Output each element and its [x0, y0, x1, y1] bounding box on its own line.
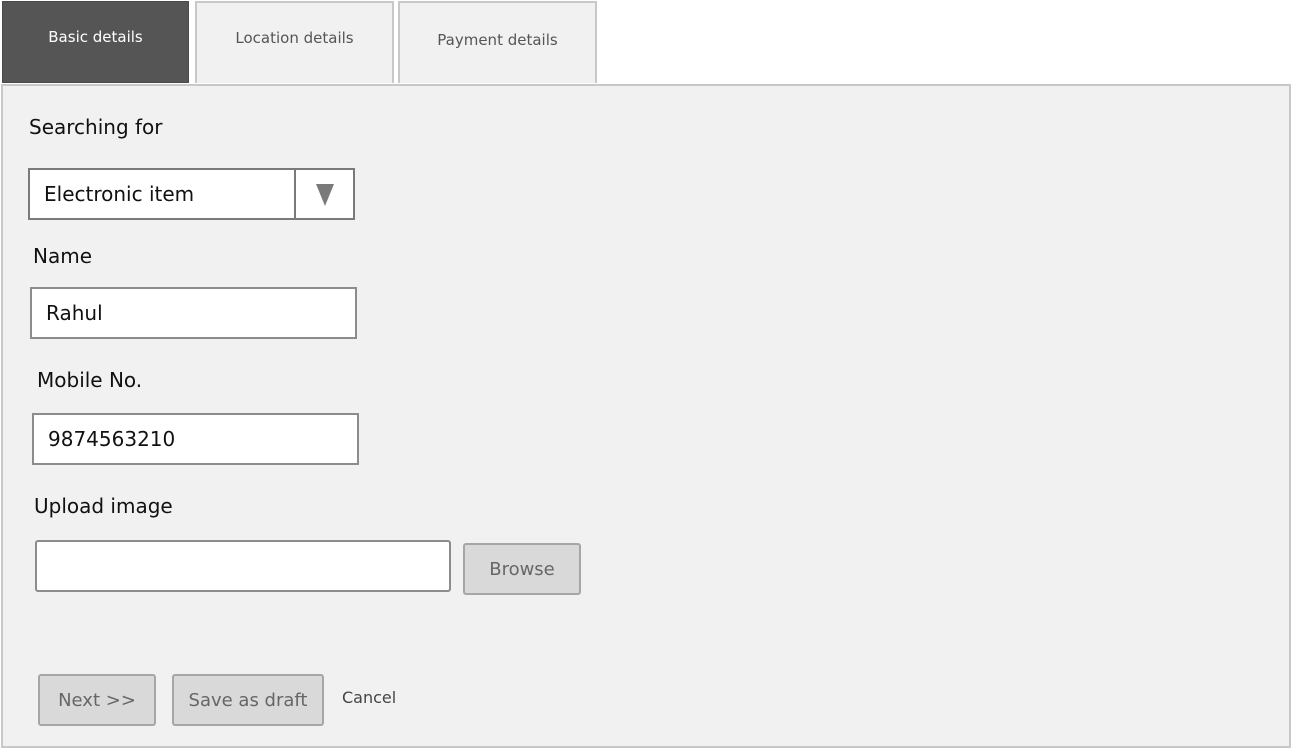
- upload-path-input[interactable]: [51, 554, 449, 578]
- next-button-label: Next >>: [58, 689, 136, 711]
- upload-image-label: Upload image: [34, 494, 173, 518]
- form-window: Basic details Location details Payment d…: [0, 0, 1292, 749]
- tab-location-details[interactable]: Location details: [195, 1, 394, 83]
- triangle-down-icon[interactable]: [296, 170, 353, 218]
- searching-for-label: Searching for: [29, 115, 163, 139]
- mobile-label: Mobile No.: [37, 368, 143, 392]
- name-label: Name: [33, 244, 93, 268]
- mobile-field[interactable]: [32, 413, 359, 465]
- tab-basic-details[interactable]: Basic details: [2, 1, 189, 83]
- tab-location-details-label: Location details: [235, 29, 354, 47]
- tab-basic-details-label: Basic details: [48, 28, 143, 46]
- tab-payment-details[interactable]: Payment details: [398, 1, 597, 83]
- name-field[interactable]: [30, 287, 357, 339]
- browse-button[interactable]: Browse: [463, 543, 581, 595]
- tab-payment-details-label: Payment details: [437, 31, 558, 49]
- searching-for-value: Electronic item: [44, 182, 195, 206]
- upload-path-field[interactable]: [35, 540, 451, 592]
- browse-button-label: Browse: [489, 558, 555, 580]
- next-button[interactable]: Next >>: [38, 674, 156, 726]
- cancel-link[interactable]: Cancel: [342, 688, 396, 707]
- mobile-input[interactable]: [48, 427, 357, 451]
- save-draft-button[interactable]: Save as draft: [172, 674, 324, 726]
- searching-for-select[interactable]: Electronic item: [28, 168, 355, 220]
- name-input[interactable]: [46, 301, 355, 325]
- save-draft-button-label: Save as draft: [188, 689, 308, 711]
